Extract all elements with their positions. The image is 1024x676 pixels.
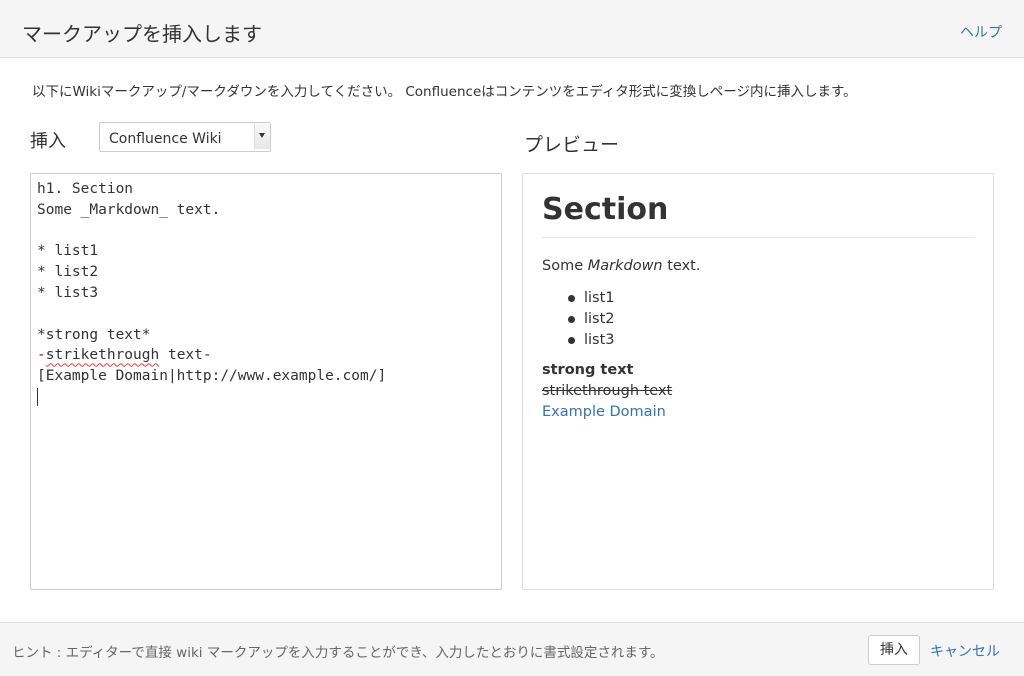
editor-line: * list3 (37, 284, 99, 301)
editor-line: * list2 (37, 264, 99, 281)
list-item: list2 (567, 309, 615, 330)
preview-strikethrough-text: strikethrough text (542, 383, 673, 399)
preview-strong-text: strong text (542, 362, 634, 378)
preview-heading: Section (542, 192, 669, 227)
editor-line: Some _Markdown_ text. (37, 201, 221, 218)
markup-editor-textarea[interactable]: h1. Section Some _Markdown_ text. * list… (30, 173, 502, 590)
list-item-text: list2 (584, 311, 615, 327)
preview-bullet-list: list1 list2 list3 (567, 288, 615, 351)
paragraph-emphasis: Markdown (587, 258, 663, 274)
insert-label: 挿入 (30, 131, 66, 152)
bullet-icon (568, 295, 575, 302)
help-link[interactable]: ヘルプ (960, 22, 1002, 42)
editor-line: *strong text* (37, 326, 151, 343)
bullet-icon (568, 337, 575, 344)
list-item-text: list1 (584, 290, 615, 306)
markup-format-select[interactable]: Confluence Wiki (99, 122, 271, 152)
editor-line-caret (37, 387, 495, 408)
editor-line: [Example Domain|http://www.example.com/] (37, 368, 387, 385)
dialog-header: マークアップを挿入します ヘルプ (0, 0, 1024, 58)
bullet-icon (568, 316, 575, 323)
preview-label: プレビュー (524, 134, 620, 156)
editor-text: text- (159, 347, 212, 364)
dropdown-arrow-icon[interactable] (254, 123, 270, 149)
insert-button[interactable]: 挿入 (868, 635, 920, 665)
spell-error-word: strikethrough (45, 347, 160, 364)
preview-link[interactable]: Example Domain (542, 404, 666, 420)
footer-hint: ヒント : エディターで直接 wiki マークアップを入力することができ、入力し… (12, 645, 664, 661)
text-caret (37, 387, 38, 406)
preview-panel: Section Some Markdown text. list1 list2 … (522, 173, 994, 590)
markup-format-selected-value: Confluence Wiki (109, 131, 222, 147)
list-item: list3 (567, 330, 615, 351)
cancel-link[interactable]: キャンセル (930, 641, 1000, 661)
preview-paragraph: Some Markdown text. (542, 258, 700, 274)
heading-divider (542, 237, 974, 238)
insert-markup-dialog: マークアップを挿入します ヘルプ 以下にWikiマークアップ/マークダウンを入力… (0, 0, 1024, 676)
dialog-description: 以下にWikiマークアップ/マークダウンを入力してください。 Confluenc… (32, 84, 857, 100)
paragraph-text: Some (542, 258, 588, 274)
paragraph-text: text. (662, 258, 701, 274)
editor-line-strikethrough: -strikethrough text- (37, 345, 495, 366)
dialog-footer: ヒント : エディターで直接 wiki マークアップを入力することができ、入力し… (0, 622, 1024, 676)
editor-line: h1. Section (37, 181, 134, 197)
editor-text: - (37, 347, 46, 364)
list-item-text: list3 (584, 332, 615, 348)
editor-line: * list1 (37, 243, 99, 260)
list-item: list1 (567, 288, 615, 309)
dialog-title: マークアップを挿入します (22, 22, 262, 46)
